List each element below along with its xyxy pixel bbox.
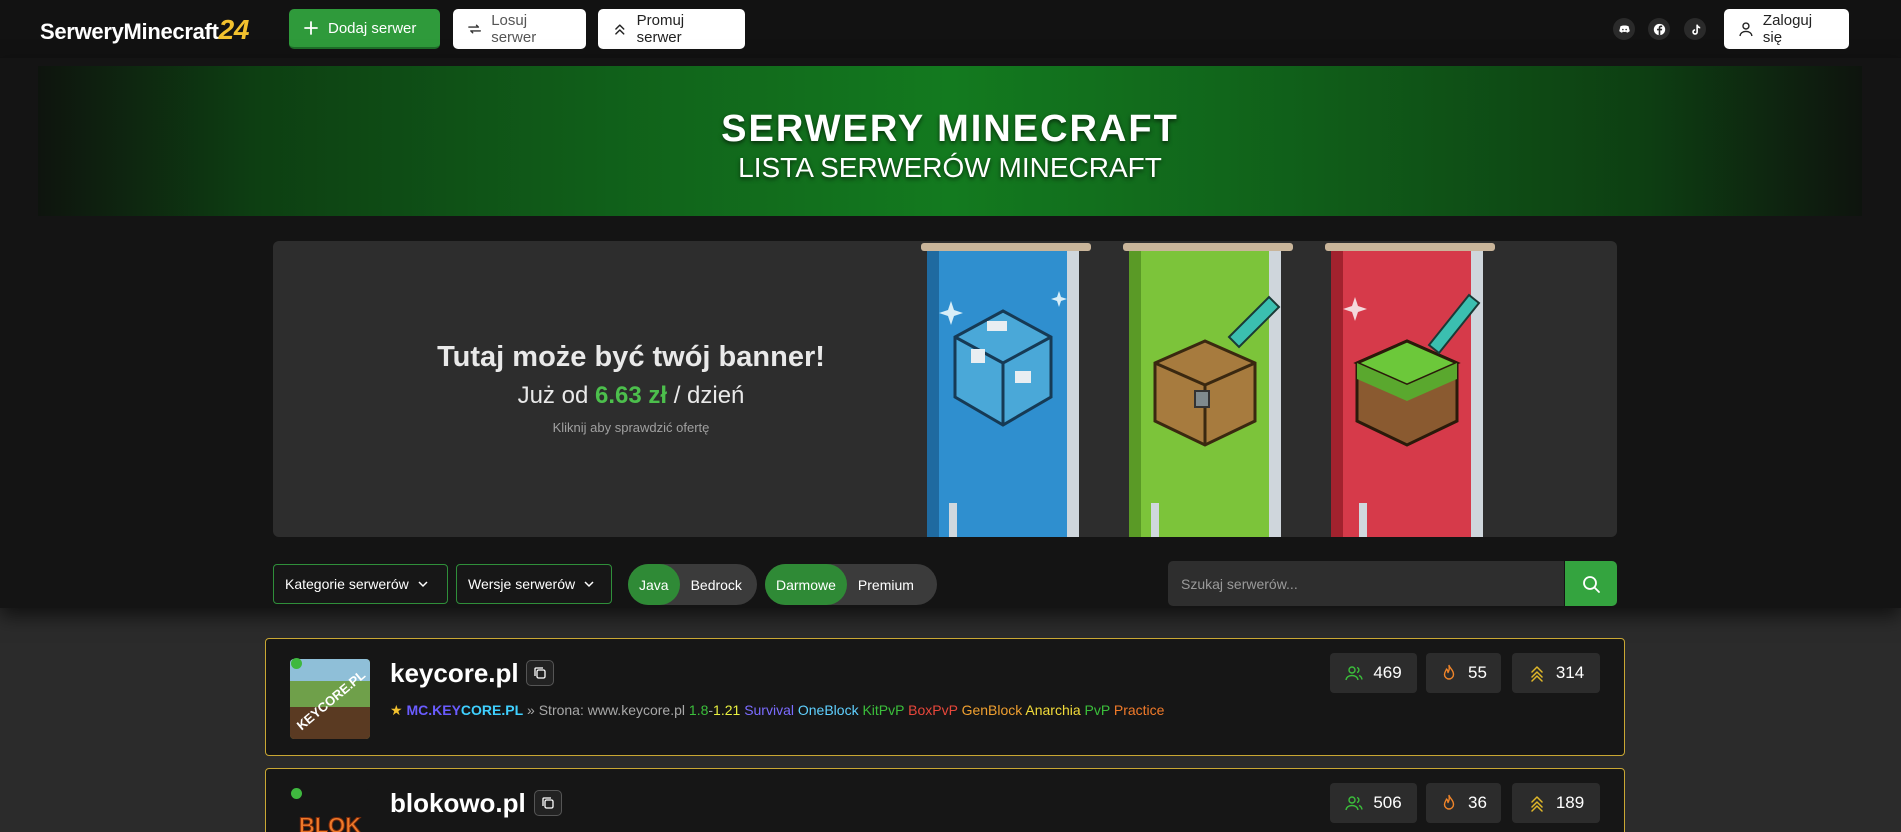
server-website[interactable]: Strona: www.keycore.pl: [539, 702, 685, 718]
votes-count: 189: [1555, 793, 1585, 812]
discord-icon[interactable]: [1613, 18, 1635, 40]
tag-oneblock: OneBlock: [797, 702, 859, 718]
banner-price: 6.63 zł: [594, 382, 668, 409]
edition-java[interactable]: Java: [628, 564, 680, 605]
red-flag-image: [1325, 243, 1495, 537]
tag-kitpvp: KitPvP: [862, 702, 905, 718]
copy-icon: [534, 667, 546, 679]
players-icon: [1345, 796, 1364, 811]
chevron-down-icon: [584, 581, 594, 588]
shuffle-icon: [468, 24, 482, 34]
server-name[interactable]: blokowo.pl: [390, 788, 526, 819]
pricing-toggle: Darmowe Premium: [765, 564, 937, 605]
tag-practice: Practice: [1113, 702, 1165, 718]
add-server-label: Dodaj serwer: [328, 19, 417, 37]
hero-section: SERWERY MINECRAFT LISTA SERWERÓW MINECRA…: [0, 58, 1901, 608]
user-icon: [1739, 22, 1753, 37]
server-thumbnail: KEYCORE.PL: [290, 659, 370, 739]
banner-price-line: Już od 6.63 zł / dzień: [273, 382, 989, 410]
copy-ip-button[interactable]: [526, 660, 554, 686]
login-label: Zaloguj się: [1762, 12, 1813, 46]
tag-anarchia: Anarchia: [1025, 702, 1081, 718]
green-flag-image: [1123, 243, 1293, 537]
server-meta: ★ MC.KEYCORE.PL » Strona: www.keycore.pl…: [390, 702, 1164, 719]
versions-label: Wersje serwerów: [468, 576, 576, 592]
plus-icon: [304, 21, 318, 35]
double-chevron-up-icon: [615, 24, 625, 35]
meta-separator: »: [527, 702, 535, 718]
banner-headline: Tutaj może być twój banner!: [437, 341, 825, 373]
copy-ip-button[interactable]: [534, 790, 562, 816]
hot-stat: 36: [1426, 783, 1501, 823]
players-count: 506: [1373, 793, 1402, 812]
copy-icon: [542, 797, 554, 809]
thumb-text: BLOK: [299, 813, 361, 832]
add-server-button[interactable]: Dodaj serwer: [289, 9, 440, 49]
random-server-label: Losuj serwer: [491, 12, 537, 46]
banner-price-suffix: / dzień: [673, 382, 745, 409]
version-max: 1.21: [713, 702, 741, 718]
hero-title: SERWERY MINECRAFT: [721, 108, 1179, 150]
banner-price-prefix: Już od: [517, 382, 589, 409]
chevron-down-icon: [418, 581, 428, 588]
edition-bedrock[interactable]: Bedrock: [680, 564, 753, 605]
votes-stat: 314: [1512, 653, 1600, 693]
tag-pvp: PvP: [1084, 702, 1110, 718]
logo-number: 24: [218, 14, 250, 45]
hot-stat: 55: [1426, 653, 1501, 693]
fire-icon: [1443, 664, 1455, 680]
random-server-button[interactable]: Losuj serwer: [453, 9, 586, 49]
tag-survival: Survival: [744, 702, 794, 718]
online-indicator: [291, 788, 302, 799]
version-min: 1.8: [688, 702, 709, 718]
hot-count: 55: [1468, 663, 1487, 682]
players-stat: 506: [1330, 783, 1417, 823]
hero-banner: SERWERY MINECRAFT LISTA SERWERÓW MINECRA…: [38, 66, 1862, 216]
promote-server-button[interactable]: Promuj serwer: [598, 9, 745, 49]
server-card[interactable]: KEYCORE.PL keycore.pl ★ MC.KEYCORE.PL » …: [265, 638, 1625, 756]
logo-text: SerweryMinecraft: [40, 19, 219, 44]
players-stat: 469: [1330, 653, 1417, 693]
banner-note: Kliknij aby sprawdzić ofertę: [552, 420, 710, 435]
top-navbar: SerweryMinecraft24 Dodaj serwer Losuj se…: [0, 0, 1901, 58]
pricing-free[interactable]: Darmowe: [765, 564, 847, 605]
online-indicator: [291, 658, 302, 669]
categories-label: Kategorie serwerów: [285, 576, 409, 592]
votes-count: 314: [1555, 663, 1585, 682]
search-icon: [1583, 575, 1600, 593]
facebook-icon[interactable]: [1648, 18, 1670, 40]
server-ip-part1: MC.KEY: [406, 702, 461, 718]
server-name[interactable]: keycore.pl: [390, 658, 519, 689]
search-input[interactable]: [1168, 561, 1564, 606]
ad-banner[interactable]: Tutaj może być twój banner! Już od 6.63 …: [273, 241, 1617, 537]
login-button[interactable]: Zaloguj się: [1724, 9, 1849, 49]
edition-toggle: Java Bedrock: [628, 564, 757, 605]
fire-icon: [1443, 794, 1455, 810]
promote-server-label: Promuj serwer: [636, 12, 685, 46]
tiktok-icon[interactable]: [1684, 18, 1706, 40]
votes-stat: 189: [1512, 783, 1600, 823]
double-chevron-up-icon: [1531, 796, 1543, 812]
blue-flag-image: [921, 243, 1091, 537]
categories-dropdown[interactable]: Kategorie serwerów: [273, 564, 448, 604]
hero-subtitle: LISTA SERWERÓW MINECRAFT: [738, 152, 1162, 183]
banner-illustration: [921, 243, 1495, 537]
players-icon: [1345, 666, 1364, 681]
server-thumbnail: BLOK: [290, 789, 370, 832]
site-logo[interactable]: SerweryMinecraft24: [40, 14, 249, 46]
hot-count: 36: [1468, 793, 1487, 812]
double-chevron-up-icon: [1531, 666, 1543, 682]
players-count: 469: [1373, 663, 1402, 682]
tag-boxpvp: BoxPvP: [908, 702, 958, 718]
versions-dropdown[interactable]: Wersje serwerów: [456, 564, 612, 604]
star-icon: ★: [390, 702, 403, 718]
server-card[interactable]: BLOK blokowo.pl 506 36 189: [265, 768, 1625, 832]
server-ip-part2: CORE.PL: [460, 702, 524, 718]
tag-genblock: GenBlock: [961, 702, 1023, 718]
search-button[interactable]: [1565, 561, 1617, 606]
pricing-premium[interactable]: Premium: [847, 564, 925, 605]
